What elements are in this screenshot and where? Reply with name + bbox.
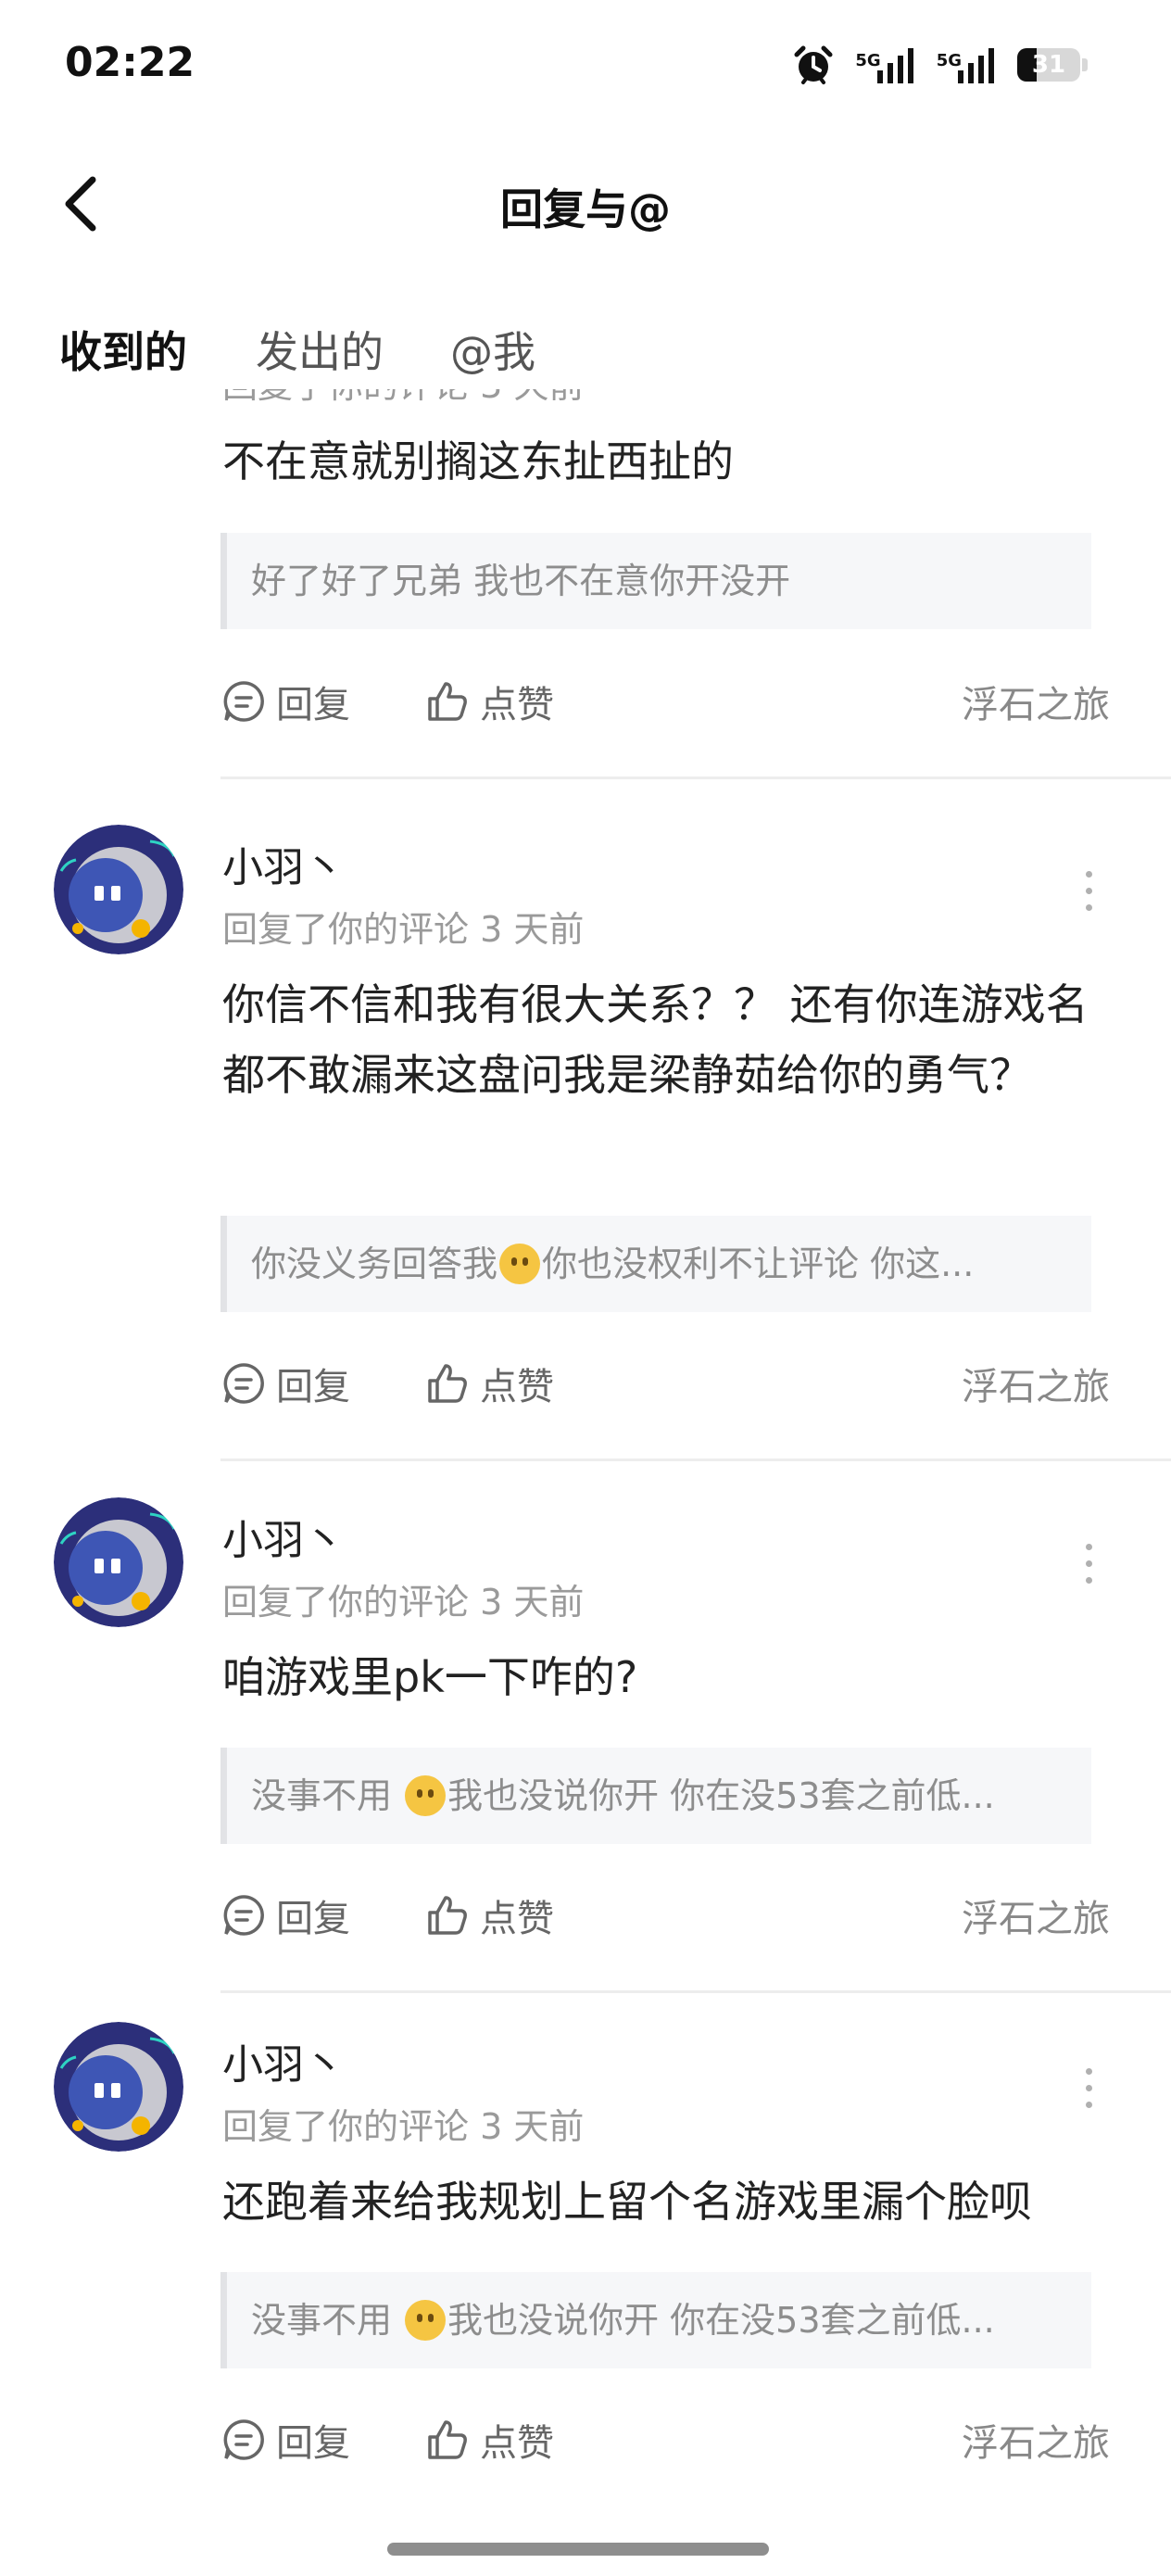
nav-bar: 回复与@ [0, 158, 1171, 250]
quote-text: 你没义务回答我 [251, 1244, 498, 1284]
signal-icon [876, 48, 913, 83]
reply-meta: 回复了你的评论 3 天前 [222, 2106, 585, 2147]
reply-list[interactable]: 回复了你的评论 3 天前 不在意就别搁这东扯西扯的 好了好了兄弟 我也不在意你开… [0, 389, 1171, 2502]
emoji-icon [405, 1774, 447, 1816]
like-label: 点赞 [480, 684, 554, 726]
network-type-label: 5G [855, 51, 881, 70]
status-time: 02:22 [65, 39, 195, 86]
comment-icon [223, 1895, 264, 1936]
tab-mentions[interactable]: @我 [450, 319, 535, 380]
like-label: 点赞 [480, 1898, 554, 1940]
quote-text: 我也没说你开 你在没53套之前低... [447, 2300, 995, 2341]
action-row: 回复 点赞 浮石之旅 [220, 2413, 1110, 2469]
source-link[interactable]: 浮石之旅 [962, 2413, 1110, 2467]
source-link[interactable]: 浮石之旅 [962, 1357, 1110, 1410]
comment-icon [223, 681, 264, 722]
avatar[interactable] [54, 2022, 183, 2152]
battery-level: 31 [1031, 51, 1066, 79]
user-name[interactable]: 小羽丶 [222, 2031, 345, 2090]
divider [220, 1990, 1171, 1993]
reply-label: 回复 [276, 684, 350, 726]
more-options-icon[interactable] [1084, 1544, 1093, 1590]
avatar[interactable] [54, 825, 183, 954]
quoted-comment[interactable]: 没事不用 我也没说你开 你在没53套之前低... [220, 1748, 1091, 1844]
page-title: 回复与@ [500, 184, 671, 234]
like-button[interactable]: 点赞 [424, 2413, 554, 2467]
source-link[interactable]: 浮石之旅 [962, 675, 1110, 728]
action-row: 回复 点赞 浮石之旅 [220, 675, 1110, 730]
avatar[interactable] [54, 1497, 183, 1627]
alarm-icon [794, 45, 833, 84]
home-indicator[interactable] [387, 2543, 769, 2556]
reply-content[interactable]: 咱游戏里pk一下咋的? [222, 1642, 1093, 1712]
quote-text: 没事不用 [251, 1775, 404, 1816]
reply-label: 回复 [276, 1366, 350, 1408]
reply-button[interactable]: 回复 [220, 675, 350, 728]
source-link[interactable]: 浮石之旅 [962, 1888, 1110, 1942]
reply-meta: 回复了你的评论 3 天前 [222, 389, 584, 408]
more-options-icon[interactable] [1084, 871, 1093, 917]
action-row: 回复 点赞 浮石之旅 [220, 1888, 1110, 1944]
network-type-label: 5G [936, 51, 962, 70]
divider [220, 777, 1171, 779]
battery-icon: 31 [1017, 48, 1080, 82]
user-name[interactable]: 小羽丶 [222, 834, 345, 893]
status-icons: 5G 5G 31 [792, 42, 1088, 88]
reply-content[interactable]: 还跑着来给我规划上留个名游戏里漏个脸呗 [222, 2166, 1093, 2237]
thumbs-up-icon [428, 1896, 467, 1935]
like-button[interactable]: 点赞 [424, 1357, 554, 1410]
comment-icon [223, 2419, 264, 2460]
signal-icon [958, 48, 994, 83]
user-name[interactable]: 小羽丶 [222, 1507, 345, 1566]
reply-content[interactable]: 不在意就别搁这东扯西扯的 [222, 426, 1093, 497]
reply-label: 回复 [276, 1898, 350, 1940]
tab-sent[interactable]: 发出的 [256, 319, 384, 380]
like-button[interactable]: 点赞 [424, 1888, 554, 1942]
quote-text: 我也没说你开 你在没53套之前低... [447, 1775, 995, 1816]
thumbs-up-icon [428, 2420, 467, 2459]
action-row: 回复 点赞 浮石之旅 [220, 1357, 1110, 1412]
like-label: 点赞 [480, 1366, 554, 1408]
reply-button[interactable]: 回复 [220, 2413, 350, 2467]
thumbs-up-icon [428, 1364, 467, 1403]
quote-text: 没事不用 [251, 2300, 404, 2341]
reply-meta: 回复了你的评论 3 天前 [222, 909, 585, 950]
status-bar: 02:22 5G 5G 31 [0, 0, 1171, 139]
emoji-icon [405, 2299, 447, 2341]
divider [220, 1458, 1171, 1461]
reply-content[interactable]: 你信不信和我有很大关系？？ 还有你连游戏名都不敢漏来这盘问我是梁静茹给你的勇气？ [222, 969, 1093, 1110]
battery-cap [1082, 58, 1088, 71]
thumbs-up-icon [428, 682, 467, 721]
reply-button[interactable]: 回复 [220, 1888, 350, 1942]
quoted-comment[interactable]: 你没义务回答我 你也没权利不让评论 你这... [220, 1216, 1091, 1312]
more-options-icon[interactable] [1084, 2068, 1093, 2115]
tab-bar: 收到的 发出的 @我 [0, 306, 1171, 389]
reply-meta: 回复了你的评论 3 天前 [222, 1582, 585, 1623]
reply-button[interactable]: 回复 [220, 1357, 350, 1410]
emoji-icon [499, 1243, 541, 1284]
quoted-comment[interactable]: 好了好了兄弟 我也不在意你开没开 [220, 533, 1091, 629]
reply-label: 回复 [276, 2422, 350, 2465]
like-label: 点赞 [480, 2422, 554, 2465]
comment-icon [223, 1363, 264, 1404]
like-button[interactable]: 点赞 [424, 675, 554, 728]
quote-text: 你也没权利不让评论 你这... [542, 1244, 975, 1284]
tab-received[interactable]: 收到的 [59, 319, 187, 380]
quoted-comment[interactable]: 没事不用 我也没说你开 你在没53套之前低... [220, 2272, 1091, 2368]
